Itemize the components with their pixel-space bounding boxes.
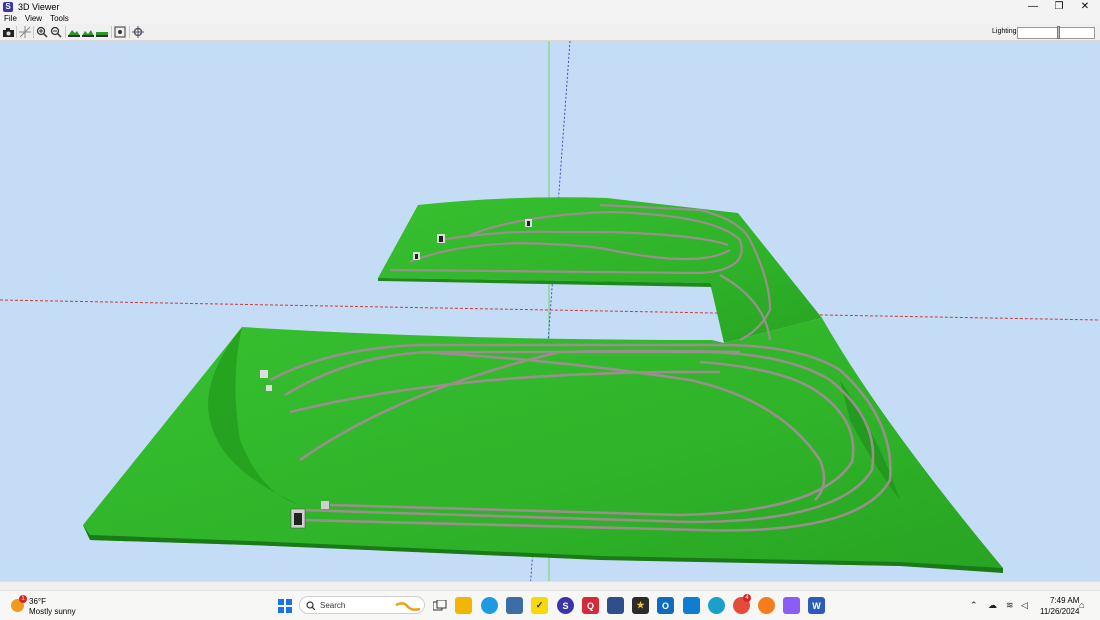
menu-view[interactable]: View: [25, 14, 42, 23]
title-bar: S 3D Viewer — ❐ ✕: [0, 0, 1100, 13]
calculator-icon[interactable]: [506, 597, 523, 614]
chrome-badge: 4: [743, 594, 751, 602]
edge-icon[interactable]: [708, 597, 725, 614]
save-icon[interactable]: [607, 597, 624, 614]
taskbar: 1 36°F Mostly sunny Search ✓ S Q ★ O 4 W…: [0, 590, 1100, 620]
windows-start-icon[interactable]: [276, 597, 293, 614]
edge-dev-icon[interactable]: [481, 597, 498, 614]
scarm-icon[interactable]: S: [557, 597, 574, 614]
axes-icon[interactable]: [19, 26, 31, 38]
star-app-icon[interactable]: ★: [632, 597, 649, 614]
clock-time[interactable]: 7:49 AM: [1050, 596, 1079, 605]
camera-icon[interactable]: [2, 26, 14, 38]
wifi-icon[interactable]: ≋: [1006, 600, 1014, 611]
word-icon[interactable]: W: [808, 597, 825, 614]
copilot-icon[interactable]: [783, 597, 800, 614]
app-orange-icon[interactable]: [758, 597, 775, 614]
zoom-in-icon[interactable]: [36, 26, 48, 38]
lighting-label: Lighting: [992, 28, 1017, 35]
fit-view-icon[interactable]: [114, 26, 126, 38]
terrain-1-icon[interactable]: [68, 26, 80, 38]
search-highlight-icon: [395, 602, 421, 611]
window-title: 3D Viewer: [18, 1, 60, 12]
app-red-icon[interactable]: Q: [582, 597, 599, 614]
maximize-button[interactable]: ❐: [1046, 0, 1072, 13]
search-placeholder: Search: [320, 601, 346, 610]
menu-bar: File View Tools: [0, 13, 1100, 24]
close-button[interactable]: ✕: [1072, 0, 1098, 13]
terrain-3-icon[interactable]: [96, 26, 108, 38]
outlook-icon[interactable]: O: [657, 597, 674, 614]
weather-condition[interactable]: Mostly sunny: [29, 607, 76, 616]
terrain-2-icon[interactable]: [82, 26, 94, 38]
weather-temp[interactable]: 36°F: [29, 597, 46, 606]
volume-icon[interactable]: ◁: [1021, 600, 1028, 611]
menu-tools[interactable]: Tools: [50, 14, 69, 23]
toolbar: Lighting: [0, 24, 1100, 41]
notifications-bell-icon[interactable]: ⌂: [1079, 600, 1084, 610]
3d-viewport[interactable]: [0, 41, 1100, 581]
sticky-icon[interactable]: ✓: [531, 597, 548, 614]
settings-icon[interactable]: [132, 26, 144, 38]
menu-file[interactable]: File: [4, 14, 17, 23]
show-hidden-icons-icon[interactable]: ⌃: [970, 600, 978, 611]
store-icon[interactable]: [683, 597, 700, 614]
lighting-slider[interactable]: [1017, 26, 1095, 39]
file-explorer-icon[interactable]: [455, 597, 472, 614]
lighting-slider-thumb[interactable]: [1057, 26, 1060, 39]
app-logo-icon: S: [3, 1, 13, 12]
weather-badge: 1: [19, 595, 27, 603]
3d-scene: [0, 41, 1100, 581]
task-view-icon[interactable]: [431, 597, 448, 614]
onedrive-icon[interactable]: ☁: [988, 600, 997, 611]
search-icon: [306, 601, 315, 610]
zoom-out-icon[interactable]: [50, 26, 62, 38]
minimize-button[interactable]: —: [1020, 0, 1046, 13]
clock-date[interactable]: 11/26/2024: [1040, 607, 1079, 616]
taskbar-search[interactable]: Search: [299, 596, 425, 614]
